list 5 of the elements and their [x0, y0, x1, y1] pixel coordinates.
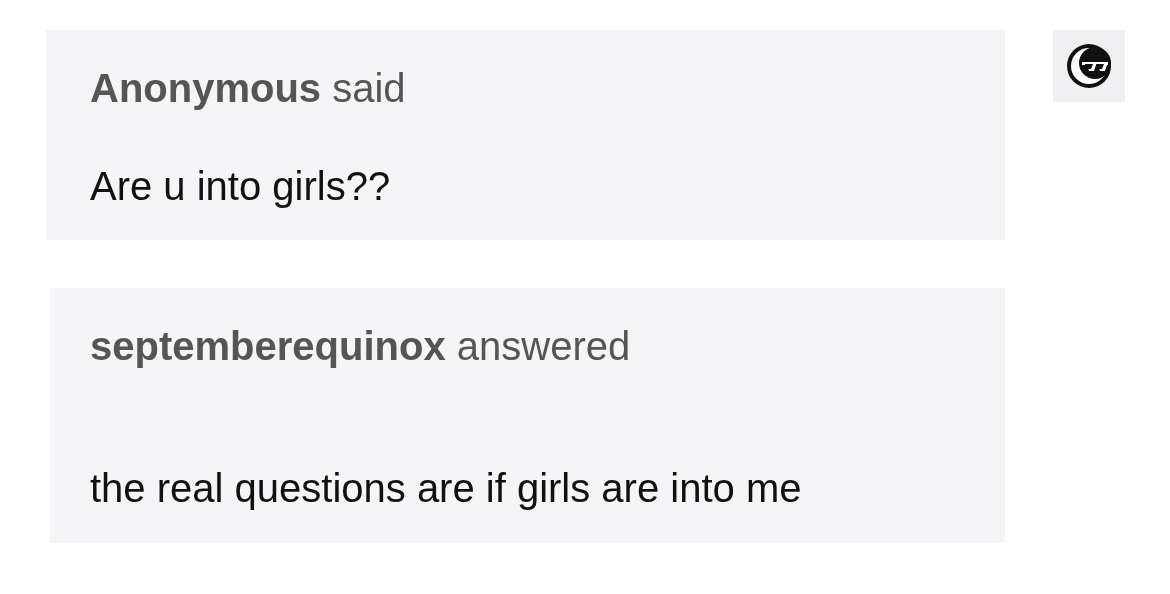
answer-header: septemberequinox answered: [90, 324, 632, 368]
question-text: Are u into girls??: [90, 164, 392, 208]
answer-text: the real questions are if girls are into me: [90, 466, 803, 510]
question-header: Anonymous said: [90, 66, 407, 110]
avatar-icon: [1066, 43, 1112, 89]
